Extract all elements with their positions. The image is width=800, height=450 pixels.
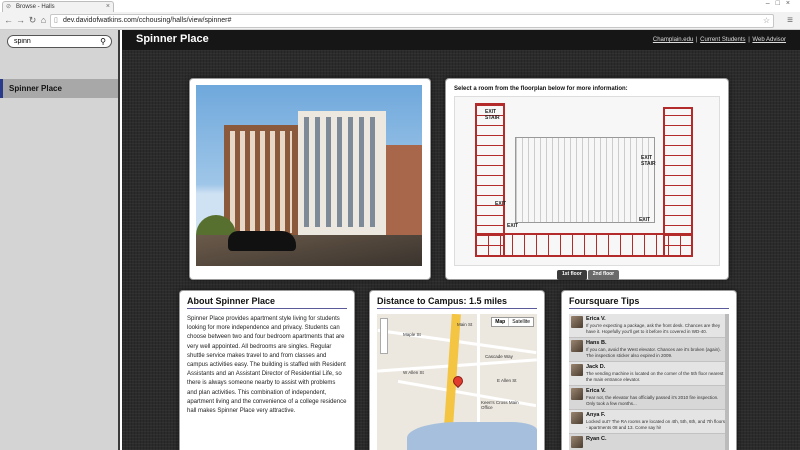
- avatar[interactable]: [571, 412, 583, 424]
- tip-author[interactable]: Erica V.: [586, 388, 727, 395]
- tip-text: Fear not, the elevator has officially pa…: [586, 395, 719, 406]
- hall-search: ⚲: [7, 35, 112, 48]
- distance-title: Distance to Campus: 1.5 miles: [377, 296, 537, 309]
- search-icon[interactable]: ⚲: [100, 36, 106, 47]
- map-label: Cascade Way: [485, 354, 513, 359]
- tip-item: Ryan C.: [569, 434, 729, 450]
- tip-author[interactable]: Ryan C.: [586, 436, 606, 443]
- map-zoom-control[interactable]: [380, 318, 388, 354]
- photo-panel: [190, 79, 430, 279]
- header-bar: Spinner Place Champlain.edu | Current St…: [122, 30, 800, 50]
- map-type-map[interactable]: Map: [492, 318, 510, 326]
- map-label: E Allen St: [497, 378, 517, 383]
- photo-building-right: [386, 145, 422, 241]
- link-current-students[interactable]: Current Students: [700, 37, 745, 43]
- forward-icon[interactable]: →: [15, 15, 26, 26]
- floor-1-button[interactable]: 1st floor: [557, 270, 587, 280]
- exit-stair-label: EXIT STAIR: [485, 109, 500, 121]
- link-separator: |: [695, 37, 698, 43]
- exit-stair-label: EXIT STAIR: [641, 155, 656, 167]
- page-title: Spinner Place: [136, 33, 209, 45]
- browser-tab[interactable]: ⊘ Browse - Halls ×: [2, 1, 114, 12]
- top-links: Champlain.edu | Current Students | Web A…: [653, 37, 786, 43]
- close-tab-icon[interactable]: ×: [106, 2, 110, 12]
- campus-map[interactable]: Map Satellite Maple St Main St Cascade W…: [377, 314, 537, 450]
- tab-title: Browse - Halls: [16, 4, 55, 10]
- tip-author[interactable]: Anya F.: [586, 412, 727, 419]
- floorplan-wing-bottom[interactable]: [475, 233, 693, 257]
- search-input[interactable]: [14, 38, 94, 45]
- address-bar[interactable]: ▯ dev.davidofwatkins.com/cchousing/halls…: [50, 14, 774, 28]
- exit-label: EXIT: [507, 223, 519, 229]
- maximize-icon[interactable]: □: [776, 0, 786, 7]
- avatar[interactable]: [571, 388, 583, 400]
- tips-scrollbar[interactable]: [725, 314, 729, 450]
- bookmark-star-icon[interactable]: ☆: [763, 15, 770, 27]
- about-panel: About Spinner Place Spinner Place provid…: [180, 291, 354, 450]
- map-label: Keen's Cross Main Office: [481, 400, 519, 410]
- map-type-satellite[interactable]: Satellite: [509, 318, 533, 326]
- map-label: W Allen St: [403, 370, 424, 375]
- main-content: Spinner Place Champlain.edu | Current St…: [122, 30, 800, 450]
- floorplan-map[interactable]: EXIT STAIR EXIT STAIR EXIT EXIT EXIT: [454, 96, 720, 266]
- floorplan-caption: Select a room from the floorplan below f…: [454, 86, 628, 92]
- browser-menu-icon[interactable]: ≡: [787, 15, 793, 26]
- map-label: Main St: [457, 322, 473, 327]
- tip-text: The vending machine is located on the co…: [586, 371, 724, 382]
- sidebar-item-spinner-place[interactable]: Spinner Place: [0, 79, 118, 98]
- page-icon: ▯: [54, 17, 58, 24]
- avatar[interactable]: [571, 340, 583, 352]
- exit-label: EXIT: [495, 201, 507, 207]
- browser-tabbar: ⊘ Browse - Halls × –□×: [0, 0, 800, 12]
- floor-selector: 1st floor 2nd floor: [557, 270, 620, 280]
- map-water: [407, 422, 537, 450]
- minimize-icon[interactable]: –: [766, 0, 776, 7]
- tips-panel: Foursquare Tips Erica V. If you're expect…: [562, 291, 736, 450]
- photo-building-left: [224, 125, 298, 243]
- browser-toolbar: ← → ↻ ⌂ ▯ dev.davidofwatkins.com/cchousi…: [0, 12, 800, 30]
- tip-item: Erica V. Fear not, the elevator has offic…: [569, 386, 729, 410]
- reload-icon[interactable]: ↻: [27, 15, 38, 26]
- tips-title: Foursquare Tips: [569, 296, 729, 309]
- distance-panel: Distance to Campus: 1.5 miles Map Satell…: [370, 291, 544, 450]
- tips-list: Erica V. If you're expecting a package, a…: [569, 314, 729, 450]
- url-text: dev.davidofwatkins.com/cchousing/halls/v…: [63, 17, 232, 24]
- link-champlain[interactable]: Champlain.edu: [653, 37, 693, 43]
- tip-text: If you can, avoid the West elevator. Cha…: [586, 347, 721, 358]
- avatar[interactable]: [571, 316, 583, 328]
- tip-item: Anya F. Locked out? The RA rooms are loca…: [569, 410, 729, 434]
- photo-building-center: [298, 111, 386, 239]
- tip-author[interactable]: Erica V.: [586, 316, 727, 323]
- link-web-advisor[interactable]: Web Advisor: [752, 37, 786, 43]
- floorplan-wing-right[interactable]: [663, 107, 693, 257]
- tip-text: Locked out? The RA rooms are located on …: [586, 419, 726, 430]
- avatar[interactable]: [571, 436, 583, 448]
- exit-label: EXIT: [639, 217, 651, 223]
- floor-2-button[interactable]: 2nd floor: [587, 270, 620, 280]
- avatar[interactable]: [571, 364, 583, 376]
- map-label: Maple St: [403, 332, 421, 337]
- tip-author[interactable]: Hans B.: [586, 340, 727, 347]
- photo-car: [228, 231, 296, 251]
- building-photo: [196, 85, 422, 266]
- window-controls: –□×: [766, 0, 796, 7]
- map-type-control: Map Satellite: [491, 317, 534, 327]
- about-text: Spinner Place provides apartment style l…: [187, 316, 347, 415]
- tip-text: If you're expecting a package, ask the f…: [586, 323, 721, 334]
- page-favicon-icon: ⊘: [6, 4, 12, 10]
- link-separator: |: [748, 37, 750, 43]
- tip-item: Hans B. If you can, avoid the West elevat…: [569, 338, 729, 362]
- about-title: About Spinner Place: [187, 296, 347, 309]
- tip-item: Erica V. If you're expecting a package, a…: [569, 314, 729, 338]
- back-icon[interactable]: ←: [3, 15, 14, 26]
- close-window-icon[interactable]: ×: [786, 0, 796, 7]
- floorplan-panel: Select a room from the floorplan below f…: [446, 79, 728, 280]
- floorplan-parking: [515, 137, 655, 223]
- tip-author[interactable]: Jack D.: [586, 364, 727, 371]
- sidebar: ⚲ Spinner Place: [0, 30, 120, 450]
- home-icon[interactable]: ⌂: [38, 15, 49, 26]
- tip-item: Jack D. The vending machine is located on…: [569, 362, 729, 386]
